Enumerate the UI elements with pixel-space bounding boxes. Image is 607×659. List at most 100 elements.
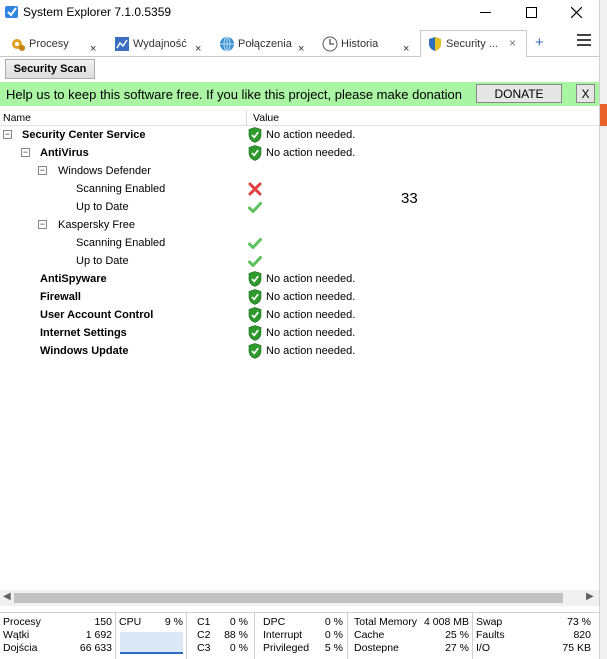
minimize-button[interactable] [462,0,508,24]
close-window-button[interactable] [553,0,599,24]
tree-row[interactable]: User Account Control No action needed. [0,306,599,324]
donate-close-button[interactable]: X [576,84,595,103]
tab-historia-label: Historia [341,37,379,50]
tree-row-name: Kaspersky Free [58,219,136,231]
interrupt-label: Interrupt [263,629,303,641]
maximize-icon [525,6,537,18]
security-tree: − Security Center Service No action needed… [0,126,599,360]
scrollbar-thumb[interactable] [14,593,563,603]
collapse-toggle-icon[interactable]: − [21,148,30,157]
performance-icon [115,36,129,51]
tree-row[interactable]: − Security Center Service No action needed… [0,126,599,144]
status-panel-cpu: CPU 9 % [116,613,187,659]
tree-row-name: Windows Defender [58,165,151,177]
tree-row-name: AntiSpyware [40,273,107,285]
green-shield-check-icon [248,325,262,341]
tree-row[interactable]: Up to Date [0,198,599,216]
globe-icon [220,36,234,51]
status-panel-memory: Total Memory 4 008 MB Cache 25 % Dostepne 2… [348,613,473,659]
column-header-name[interactable]: Name [3,112,31,124]
toolbar: Security Scan [0,57,599,81]
io-value: 75 KB [562,642,591,654]
privileged-value: 5 % [324,642,343,654]
green-shield-check-icon [248,307,262,323]
tree-row[interactable]: Scanning Enabled [0,234,599,252]
tab-historia[interactable]: Historia [322,30,378,57]
collapse-toggle-icon[interactable]: − [3,130,12,139]
tree-row[interactable]: − Windows Defender [0,162,599,180]
tree-row[interactable]: Internet Settings No action needed. [0,324,599,342]
column-divider[interactable] [246,110,247,126]
shield-icon [429,37,441,51]
total-memory-value: 4 008 MB [424,616,469,628]
swap-label: Swap [476,616,503,628]
donate-button[interactable]: DONATE [476,84,562,103]
tab-security-close[interactable]: × [509,36,516,50]
collapse-toggle-icon[interactable]: − [38,220,47,229]
tree-row-name: AntiVirus [40,147,89,159]
adjacent-window-accent [600,104,607,126]
scroll-right-icon[interactable]: ▶ [586,591,594,602]
tree-row-name: User Account Control [40,309,154,321]
dpc-label: DPC [263,616,286,628]
maximize-button[interactable] [508,0,554,24]
tree-row-value: No action needed. [266,147,356,159]
tree-row[interactable]: Scanning Enabled [0,180,599,198]
tree-row[interactable]: Firewall No action needed. [0,288,599,306]
tab-procesy[interactable]: Procesy [10,30,69,57]
tree-row-name: Firewall [40,291,81,303]
adjacent-window-edge [599,0,607,659]
cache-label: Cache [354,629,385,641]
tab-bar: Procesy × Wydajność × Połączenia × Histo… [0,28,599,58]
io-label: I/O [476,642,491,654]
dostepne-value: 27 % [445,642,469,654]
tree-row-name: Windows Update [40,345,129,357]
c3-value: 0 % [229,642,248,654]
status-bar: Procesy 150 Wątki 1 692 Dojścia 66 633 CPU 9… [0,612,599,659]
add-tab-icon[interactable]: + [535,34,544,51]
c3-label: C3 [197,642,211,654]
close-icon [570,6,582,18]
red-cross-icon [248,182,262,196]
tab-polaczenia-label: Połączenia [238,37,292,50]
green-shield-check-icon [248,271,262,287]
tree-row-name: Internet Settings [40,327,127,339]
tree-row-name: Up to Date [76,201,129,213]
window-title: System Explorer 7.1.0.5359 [23,5,172,19]
c2-value: 88 % [224,629,248,641]
minimize-icon [479,11,491,13]
c2-label: C2 [197,629,211,641]
tree-row-name: Up to Date [76,255,129,267]
interrupt-value: 0 % [324,629,343,641]
hamburger-menu-icon[interactable] [577,34,591,49]
tree-row-value: No action needed. [266,129,356,141]
security-scan-button[interactable]: Security Scan [5,59,95,79]
procesy-value: 150 [94,616,112,628]
column-header-value[interactable]: Value [253,112,279,124]
green-shield-check-icon [248,127,262,143]
tab-security[interactable]: Security ... × [420,30,527,58]
tree-row-name: Security Center Service [22,129,146,141]
tree-row[interactable]: AntiSpyware No action needed. [0,270,599,288]
tree-row-value: No action needed. [266,273,356,285]
dojscia-label: Dojścia [3,642,38,654]
dostepne-label: Dostepne [354,642,399,654]
tree-row[interactable]: − AntiVirus No action needed. [0,144,599,162]
watki-value: 1 692 [85,629,112,641]
tab-wydajnosc[interactable]: Wydajność [114,30,187,57]
tree-row[interactable]: − Kaspersky Free [0,216,599,234]
tab-procesy-label: Procesy [29,37,69,50]
green-shield-check-icon [248,289,262,305]
collapse-toggle-icon[interactable]: − [38,166,47,175]
tab-polaczenia[interactable]: Połączenia [219,30,292,57]
title-bar: System Explorer 7.1.0.5359 [0,0,599,26]
cpu-label: CPU [119,616,142,628]
tree-row[interactable]: Up to Date [0,252,599,270]
scroll-left-icon[interactable]: ◀ [3,591,11,602]
dpc-value: 0 % [324,616,343,628]
tree-row[interactable]: Windows Update No action needed. [0,342,599,360]
tab-security-label: Security ... [446,38,498,50]
horizontal-scrollbar[interactable]: ◀ ▶ [0,590,599,606]
cpu-usage-graph [120,632,183,654]
green-shield-check-icon [248,145,262,161]
